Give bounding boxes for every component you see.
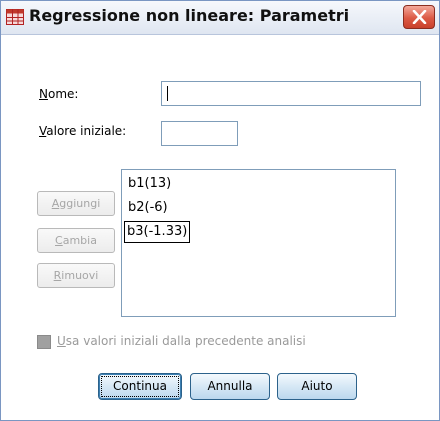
name-input[interactable] <box>161 81 421 106</box>
list-item[interactable]: b2(-6) <box>126 198 170 218</box>
table-grid-icon <box>6 9 24 25</box>
text-caret <box>167 86 168 101</box>
cancel-button[interactable]: Annulla <box>190 373 270 400</box>
title-bar[interactable]: Regressione non lineare: Parametri <box>1 1 439 35</box>
help-button[interactable]: Aiuto <box>277 373 357 400</box>
close-button[interactable] <box>403 5 435 29</box>
dialog-window: Regressione non lineare: Parametri Nome:… <box>0 0 440 421</box>
parameters-list[interactable]: b1(13) b2(-6) b3(-1.33) <box>121 169 396 317</box>
window-title: Regressione non lineare: Parametri <box>29 6 350 25</box>
continue-button[interactable]: Continua <box>98 373 182 400</box>
use-previous-values-checkbox[interactable] <box>37 335 51 349</box>
use-previous-values-label: Usa valori iniziali dalla precedente ana… <box>57 334 306 348</box>
initial-value-input[interactable] <box>161 121 238 146</box>
initial-value-label: Valore iniziale: <box>39 124 127 138</box>
list-item[interactable]: b1(13) <box>126 174 173 194</box>
change-button[interactable]: Cambia <box>37 228 115 253</box>
list-item[interactable]: b3(-1.33) <box>123 221 191 243</box>
remove-button[interactable]: Rimuovi <box>37 263 115 288</box>
add-button[interactable]: Aggiungi <box>37 191 115 216</box>
name-label: Nome: <box>39 87 79 101</box>
